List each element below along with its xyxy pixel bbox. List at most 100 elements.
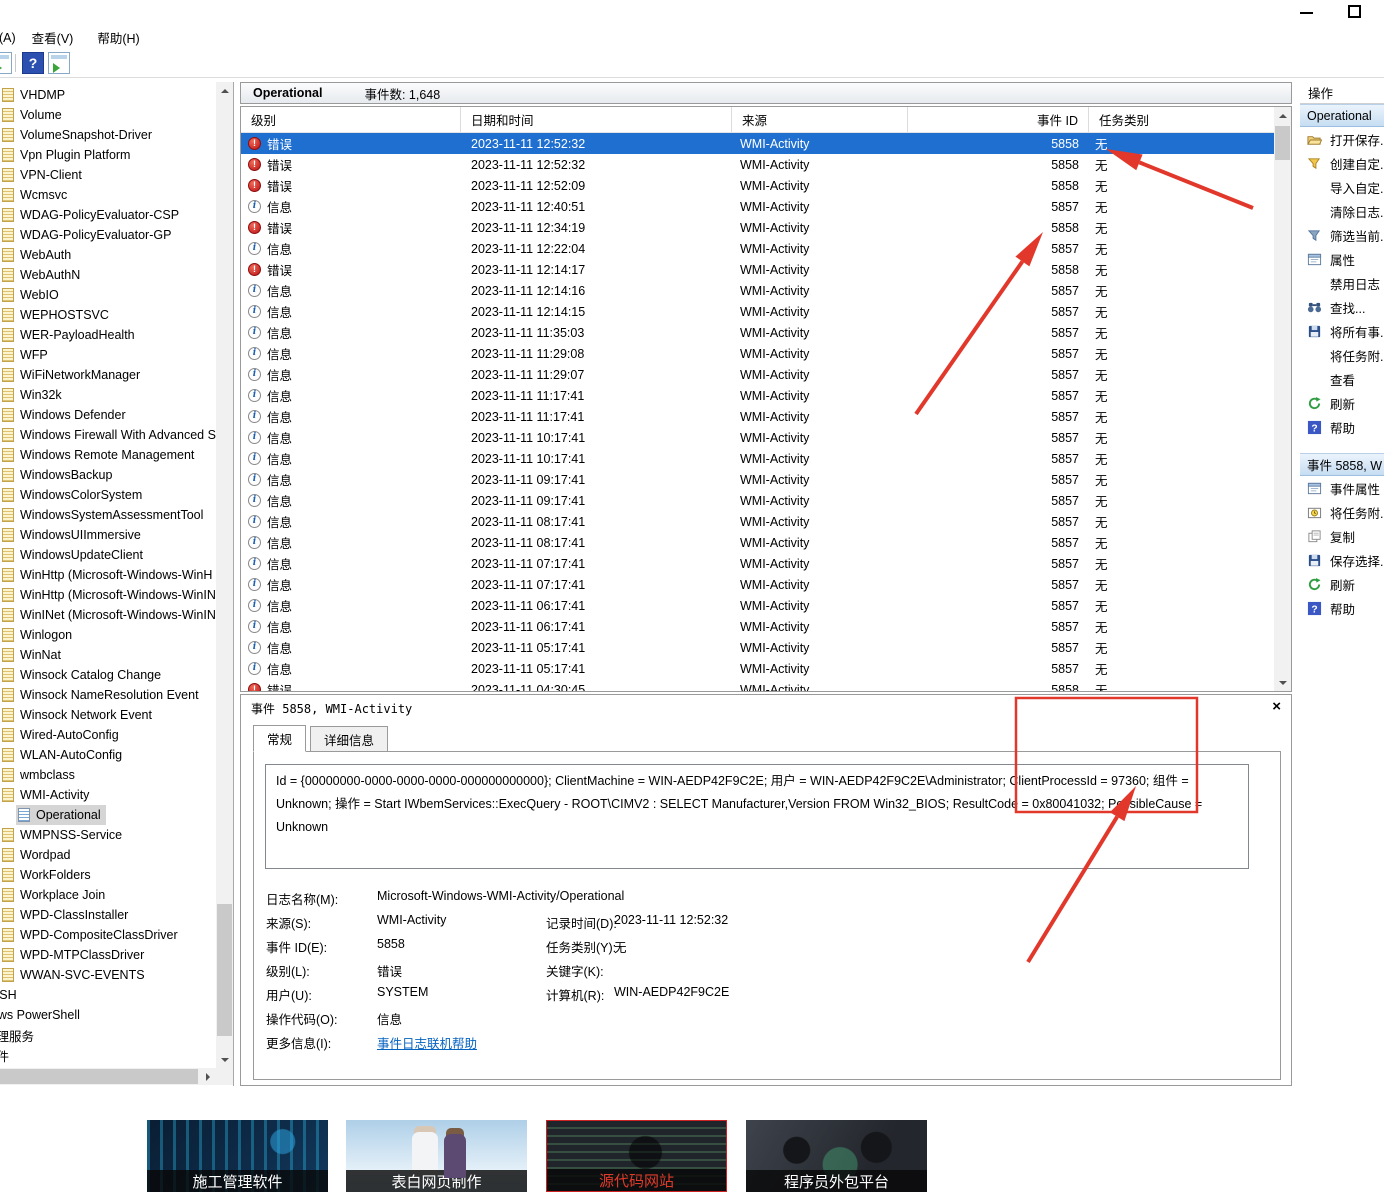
window-partial-icon[interactable]	[0, 52, 12, 74]
tree-item[interactable]: Winsock Catalog Change	[2, 665, 161, 685]
help-icon[interactable]: ?	[22, 52, 44, 74]
tree-item-selected[interactable]: Operational	[16, 805, 106, 825]
action-filter-current-log[interactable]: 筛选当前...	[1300, 223, 1384, 247]
menu-item[interactable]: 查看(V)	[31, 26, 85, 49]
event-row[interactable]: i信息2023-11-11 10:17:41WMI-Activity5857无	[241, 427, 1274, 448]
tree-item[interactable]: WorkFolders	[2, 865, 91, 885]
event-row[interactable]: i信息2023-11-11 08:17:41WMI-Activity5857无	[241, 532, 1274, 553]
tree-item[interactable]: WindowsUIImmersive	[2, 525, 141, 545]
column-header[interactable]: 日期和时间	[461, 107, 732, 132]
event-row[interactable]: i信息2023-11-11 11:17:41WMI-Activity5857无	[241, 406, 1274, 427]
event-message[interactable]: Id = {00000000-0000-0000-0000-0000000000…	[265, 764, 1249, 869]
tree-item[interactable]: wmbclass	[2, 765, 75, 785]
tree-item[interactable]: Wired-AutoConfig	[2, 725, 119, 745]
tree-item[interactable]: WindowsBackup	[2, 465, 112, 485]
column-header[interactable]: 级别	[241, 107, 461, 132]
tab-general[interactable]: 常规	[253, 725, 306, 752]
tree-item[interactable]: WebAuth	[2, 245, 71, 265]
tree-item[interactable]: WFP	[2, 345, 48, 365]
tree-item[interactable]: WPD-ClassInstaller	[2, 905, 128, 925]
close-icon[interactable]: ×	[1272, 698, 1281, 715]
tree-item[interactable]: Volume	[2, 105, 62, 125]
tree-item[interactable]: WebAuthN	[2, 265, 80, 285]
event-row[interactable]: i信息2023-11-11 11:35:03WMI-Activity5857无	[241, 322, 1274, 343]
action-event-properties[interactable]: 事件属性	[1300, 476, 1384, 500]
event-row[interactable]: i信息2023-11-11 11:29:07WMI-Activity5857无	[241, 364, 1274, 385]
minimize-icon[interactable]	[1300, 12, 1313, 14]
column-header[interactable]: 任务类别	[1089, 107, 1274, 132]
event-row[interactable]: !错误2023-11-11 12:52:09WMI-Activity5858无	[241, 175, 1274, 196]
tree-item[interactable]: WEPHOSTSVC	[2, 305, 109, 325]
scroll-up-icon[interactable]	[1274, 107, 1291, 124]
action-attach-task-to-event[interactable]: 将任务附...	[1300, 500, 1384, 524]
event-row[interactable]: i信息2023-11-11 07:17:41WMI-Activity5857无	[241, 553, 1274, 574]
event-row[interactable]: i信息2023-11-11 09:17:41WMI-Activity5857无	[241, 469, 1274, 490]
event-row[interactable]: i信息2023-11-11 12:14:16WMI-Activity5857无	[241, 280, 1274, 301]
tree-item[interactable]: WPD-CompositeClassDriver	[2, 925, 178, 945]
event-row[interactable]: i信息2023-11-11 12:22:04WMI-Activity5857无	[241, 238, 1274, 259]
event-row[interactable]: !错误2023-11-11 12:14:17WMI-Activity5858无	[241, 259, 1274, 280]
tree-item[interactable]: Vpn Plugin Platform	[2, 145, 130, 165]
tree-item[interactable]: WinHttp (Microsoft-Windows-WinH	[2, 565, 212, 585]
event-row[interactable]: i信息2023-11-11 08:17:41WMI-Activity5857无	[241, 511, 1274, 532]
tree-item[interactable]: WDAG-PolicyEvaluator-GP	[2, 225, 171, 245]
banner-card[interactable]: 表白网页制作	[346, 1120, 527, 1192]
event-row[interactable]: !错误2023-11-11 12:34:19WMI-Activity5858无	[241, 217, 1274, 238]
action-save-selected-events[interactable]: 保存选择...	[1300, 548, 1384, 572]
tree-item[interactable]: Workplace Join	[2, 885, 105, 905]
action-section-header[interactable]: Operational	[1300, 104, 1384, 127]
table-vertical-scrollbar[interactable]	[1274, 107, 1291, 691]
tree-vertical-scrollbar[interactable]	[216, 82, 233, 1068]
action-save-all-events[interactable]: 将所有事...	[1300, 319, 1384, 343]
tree-item[interactable]: WWAN-SVC-EVENTS	[2, 965, 145, 985]
event-row[interactable]: i信息2023-11-11 07:17:41WMI-Activity5857无	[241, 574, 1274, 595]
event-row[interactable]: i信息2023-11-11 11:29:08WMI-Activity5857无	[241, 343, 1274, 364]
event-row[interactable]: i信息2023-11-11 09:17:41WMI-Activity5857无	[241, 490, 1274, 511]
action-disable-log[interactable]: 禁用日志	[1300, 271, 1384, 295]
action-properties[interactable]: 属性	[1300, 247, 1384, 271]
tree-item[interactable]: WinINet (Microsoft-Windows-WinIN	[2, 605, 216, 625]
tree-item[interactable]: WPD-MTPClassDriver	[2, 945, 144, 965]
banner-card[interactable]: 程序员外包平台	[746, 1120, 927, 1192]
table-scroll-thumb[interactable]	[1275, 126, 1290, 160]
scroll-down-icon[interactable]	[1274, 674, 1291, 691]
tree-item[interactable]: WindowsColorSystem	[2, 485, 142, 505]
event-row[interactable]: i信息2023-11-11 12:40:51WMI-Activity5857无	[241, 196, 1274, 217]
tree-item[interactable]: WindowsSystemAssessmentTool	[2, 505, 203, 525]
column-header[interactable]: 来源	[732, 107, 908, 132]
event-row[interactable]: i信息2023-11-11 10:17:41WMI-Activity5857无	[241, 448, 1274, 469]
tree-item[interactable]: WinHttp (Microsoft-Windows-WinIN	[2, 585, 216, 605]
tree-item[interactable]: 管理服务	[0, 1025, 34, 1045]
action-clear-log[interactable]: 清除日志...	[1300, 199, 1384, 223]
event-row[interactable]: i信息2023-11-11 11:17:41WMI-Activity5857无	[241, 385, 1274, 406]
event-row[interactable]: i信息2023-11-11 06:17:41WMI-Activity5857无	[241, 616, 1274, 637]
action-open-saved-log[interactable]: 打开保存...	[1300, 127, 1384, 151]
tree-horizontal-scrollbar[interactable]	[0, 1068, 216, 1085]
console-window-icon[interactable]	[48, 52, 70, 74]
tree-item[interactable]: Windows Defender	[2, 405, 126, 425]
tree-item[interactable]: 事件	[0, 1045, 9, 1065]
action-create-custom-view[interactable]: 创建自定...	[1300, 151, 1384, 175]
action-help[interactable]: ?帮助	[1300, 596, 1384, 620]
action-import-custom-view[interactable]: 导入自定...	[1300, 175, 1384, 199]
action-view[interactable]: 查看	[1300, 367, 1384, 391]
tree-item[interactable]: WindowsUpdateClient	[2, 545, 143, 565]
event-row[interactable]: !错误2023-11-11 12:52:32WMI-Activity5858无	[241, 133, 1274, 154]
tree-item[interactable]: Wcmsvc	[2, 185, 67, 205]
action-find[interactable]: 查找...	[1300, 295, 1384, 319]
scroll-up-icon[interactable]	[216, 82, 233, 99]
tree-item[interactable]: Windows Firewall With Advanced Se	[2, 425, 216, 445]
column-header[interactable]: 事件 ID	[908, 107, 1089, 132]
help-link[interactable]: 事件日志联机帮助	[377, 1033, 477, 1052]
scroll-right-icon[interactable]	[199, 1068, 216, 1085]
tree-hscroll-thumb[interactable]	[0, 1069, 198, 1084]
tree-item[interactable]: Windows Remote Management	[2, 445, 194, 465]
banner-card[interactable]: 施工管理软件	[147, 1120, 328, 1192]
tree-item[interactable]: VolumeSnapshot-Driver	[2, 125, 152, 145]
tree-item[interactable]: WMPNSS-Service	[2, 825, 122, 845]
action-refresh[interactable]: 刷新	[1300, 391, 1384, 415]
menu-item[interactable]: (A)	[0, 29, 27, 47]
event-row[interactable]: i信息2023-11-11 05:17:41WMI-Activity5857无	[241, 637, 1274, 658]
tree-item[interactable]: Winsock Network Event	[2, 705, 152, 725]
event-row[interactable]: !错误2023-11-11 12:52:32WMI-Activity5858无	[241, 154, 1274, 175]
